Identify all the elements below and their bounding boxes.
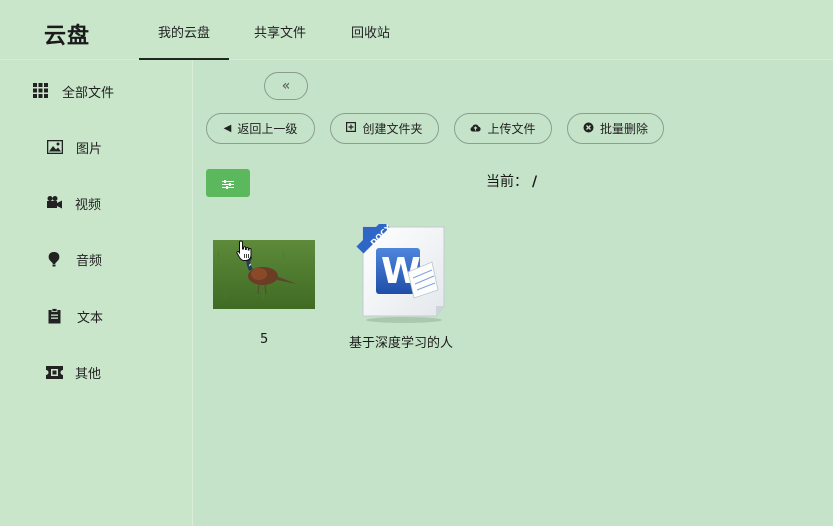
cloud-upload-icon <box>470 123 482 135</box>
tab-my-drive[interactable]: 我的云盘 <box>138 22 230 60</box>
pheasant-photo <box>213 240 315 309</box>
sidebar-item-images[interactable]: 图片 <box>0 131 193 163</box>
music-note-icon <box>47 251 63 267</box>
sidebar-item-label: 文本 <box>77 310 104 326</box>
file-name[interactable]: 5 <box>260 332 268 347</box>
sidebar-item-other[interactable]: 其他 <box>0 356 193 388</box>
file-name[interactable]: 基于深度学习的人 <box>349 332 459 351</box>
sidebar-item-label: 音频 <box>76 253 103 269</box>
clipboard-icon <box>48 308 64 324</box>
video-camera-icon <box>46 195 62 211</box>
sidebar-item-label: 视频 <box>75 197 102 213</box>
grid-icon <box>33 83 49 99</box>
sidebar-item-all-files[interactable]: 全部文件 <box>0 75 193 107</box>
breadcrumb-prefix: 当前： <box>486 174 528 190</box>
batch-delete-label: 批量删除 <box>599 122 648 136</box>
tab-shared-files[interactable]: 共享文件 <box>254 22 306 60</box>
sidebar-item-text[interactable]: 文本 <box>0 300 193 332</box>
ticket-icon <box>46 364 63 380</box>
image-thumbnail[interactable] <box>213 240 315 309</box>
hand-cursor-icon <box>236 240 254 262</box>
brand-logo: 云盘 <box>44 24 91 49</box>
breadcrumb-path[interactable]: / <box>532 174 537 190</box>
sidebar: 全部文件 图片 视频 音频 文本 其他 <box>0 60 193 526</box>
breadcrumb: 当前： / <box>486 171 537 191</box>
collapse-sidebar-button[interactable]: « <box>264 72 308 100</box>
sidebar-item-label: 全部文件 <box>62 85 115 101</box>
image-icon <box>46 139 64 155</box>
batch-delete-button[interactable]: 批量删除 <box>567 113 664 144</box>
create-folder-button[interactable]: 创建文件夹 <box>330 113 439 144</box>
folder-plus-icon <box>346 122 357 135</box>
word-docx-icon[interactable]: DOCX W <box>356 220 452 324</box>
sliders-icon <box>222 174 234 193</box>
sidebar-item-label: 图片 <box>76 141 103 157</box>
tab-recycle-bin[interactable]: 回收站 <box>351 22 390 60</box>
sidebar-item-label: 其他 <box>75 366 102 382</box>
back-button-label: 返回上一级 <box>237 122 298 136</box>
sidebar-item-audio[interactable]: 音频 <box>0 243 193 275</box>
upload-file-button[interactable]: 上传文件 <box>454 113 552 144</box>
double-chevron-left-icon: « <box>281 78 291 94</box>
remove-circle-icon <box>583 122 594 136</box>
top-header: 云盘 我的云盘 共享文件 回收站 <box>0 0 833 60</box>
sidebar-item-videos[interactable]: 视频 <box>0 187 193 219</box>
filter-button[interactable] <box>206 169 250 197</box>
back-button[interactable]: ◀ 返回上一级 <box>206 113 315 144</box>
create-folder-label: 创建文件夹 <box>362 122 423 136</box>
upload-file-label: 上传文件 <box>487 122 536 136</box>
caret-left-icon: ◀ <box>223 123 232 134</box>
